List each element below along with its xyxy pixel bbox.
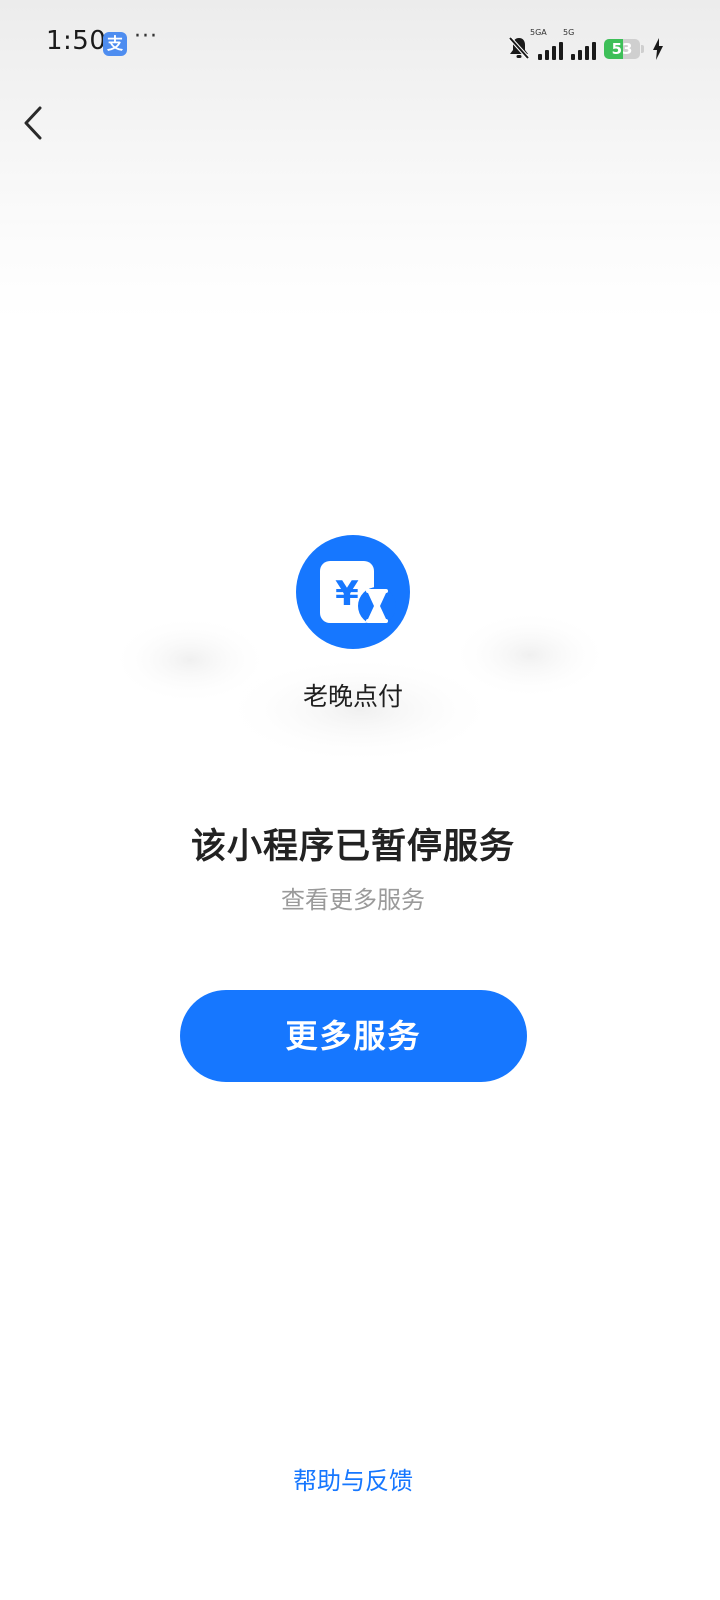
battery-tip [641,45,644,53]
app-logo: ¥ [296,535,410,649]
battery-level: 53 [611,40,633,58]
signal-5g-tag: 5G [563,28,575,37]
status-bar: 1:50 支 ··· 5GA 5G 53 [0,0,720,90]
signal-5g-icon: 5G [563,28,596,60]
alipay-notification-icon: 支 [103,32,127,56]
chevron-left-icon [24,106,42,140]
yen-symbol: ¥ [335,574,359,614]
charging-bolt-icon [652,38,664,60]
service-paused-title: 该小程序已暂停服务 [190,827,515,867]
more-services-button[interactable]: 更多服务 [180,990,527,1082]
yen-hourglass-icon: ¥ [320,561,396,625]
bell-muted-icon [508,36,530,60]
paused-miniprogram-page: 1:50 支 ··· 5GA 5G 53 ¥ 老晚点付 该小程序已暂停服务 查看… [0,0,720,1600]
help-feedback-link[interactable]: 帮助与反馈 [0,1461,706,1496]
more-notifications-icon: ··· [134,24,158,49]
status-time: 1:50 [46,26,107,56]
app-name: 老晚点付 [302,682,403,711]
status-indicators: 5GA 5G 53 [508,28,664,60]
signal-5ga-tag: 5GA [530,28,547,37]
back-button[interactable] [18,100,58,146]
service-paused-subtitle: 查看更多服务 [281,886,425,914]
signal-5ga-icon: 5GA [530,28,563,60]
battery-icon: 53 [604,39,640,59]
